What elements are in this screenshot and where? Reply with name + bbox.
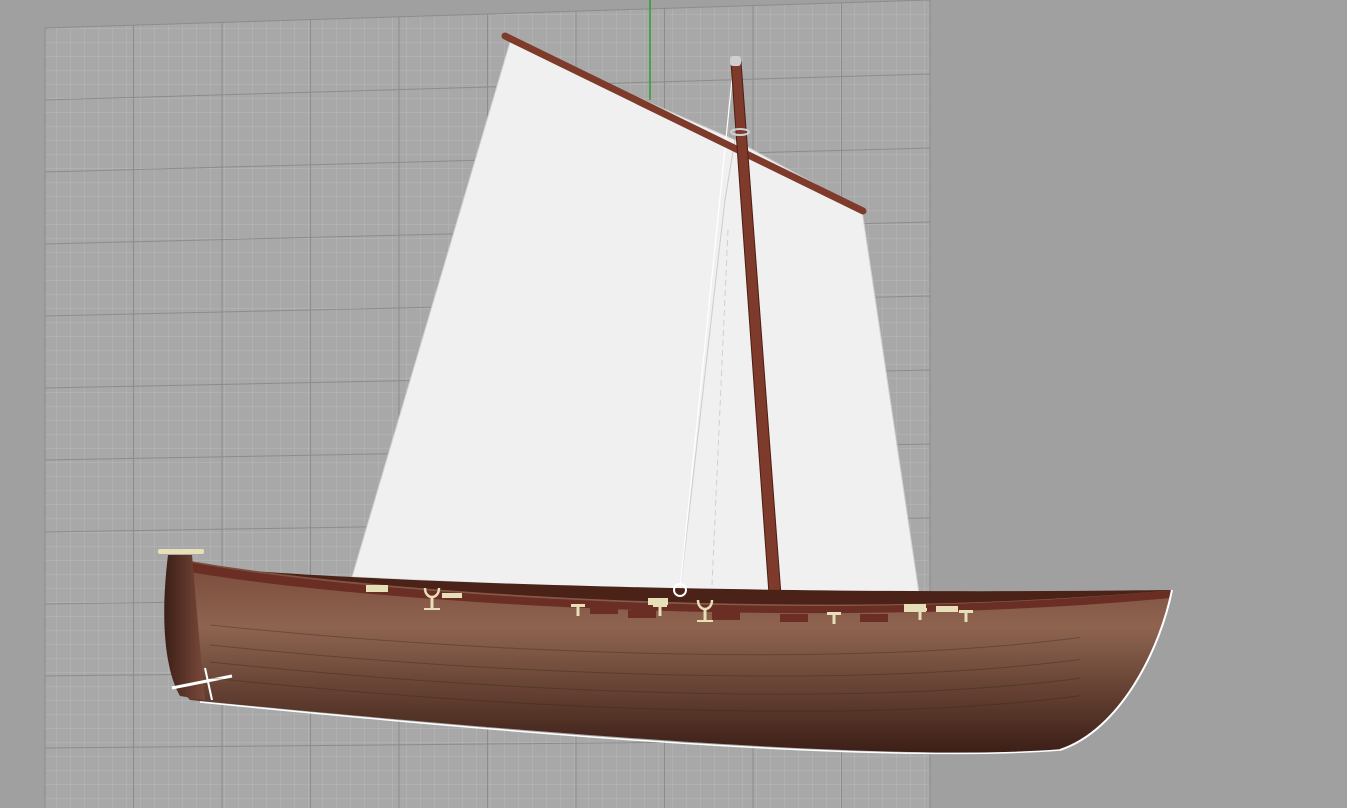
- mast-step: [648, 598, 668, 605]
- stern-cleat: [158, 549, 204, 554]
- thwart: [712, 612, 740, 620]
- cleat-post: [964, 610, 968, 622]
- viewport-canvas[interactable]: [0, 0, 1347, 808]
- oarlock-base: [697, 620, 713, 622]
- deck-plate: [366, 585, 388, 592]
- oarlock-post: [703, 610, 707, 620]
- thwart: [628, 610, 656, 618]
- cleat-post: [576, 604, 580, 616]
- 3d-viewport[interactable]: [0, 0, 1347, 808]
- deck-plate: [442, 593, 462, 598]
- thwart: [590, 606, 618, 614]
- deck-plate: [936, 606, 958, 612]
- cleat-post: [658, 604, 662, 616]
- cleat-post: [832, 612, 836, 624]
- deck-box: [904, 604, 926, 612]
- oarlock-base: [424, 608, 440, 610]
- mast-cap: [730, 56, 741, 66]
- oarlock-post: [430, 598, 434, 608]
- thwart: [860, 614, 888, 622]
- thwart: [780, 614, 808, 622]
